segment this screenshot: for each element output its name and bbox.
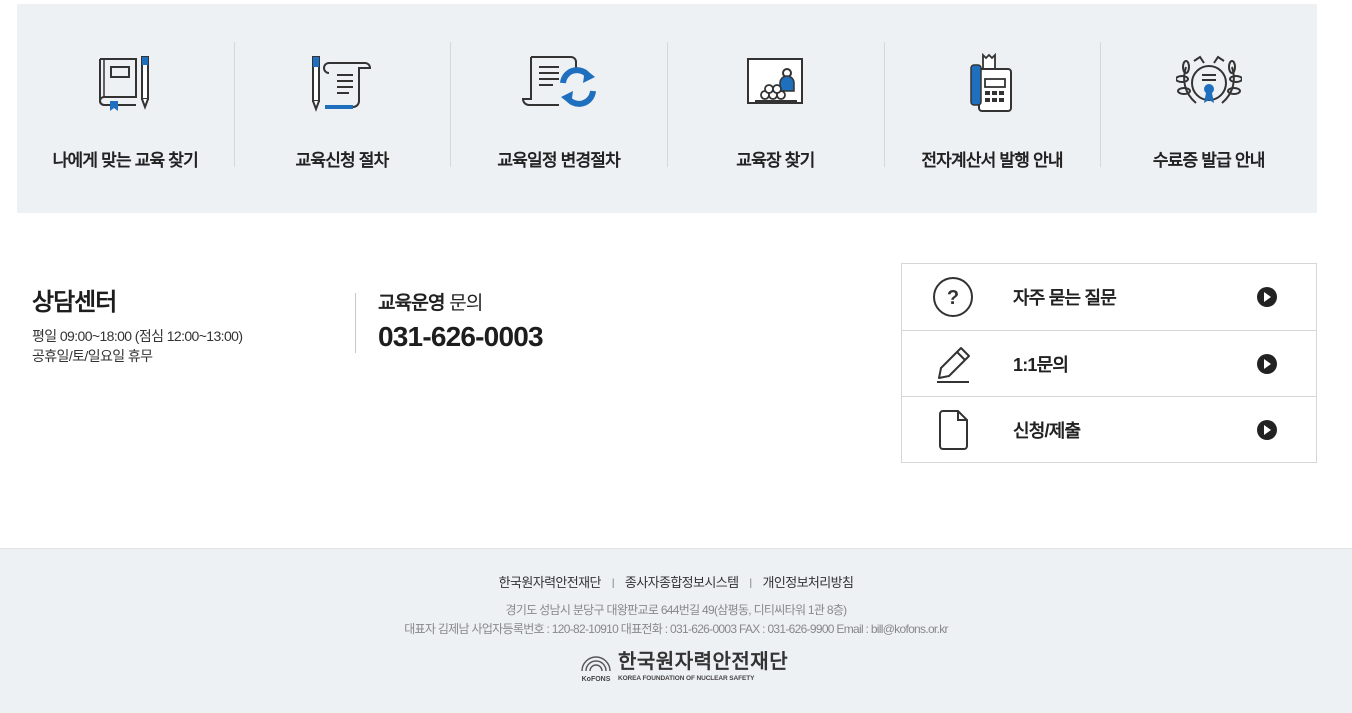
footer-link-worker-system[interactable]: 종사자종합정보시스템 bbox=[625, 575, 739, 590]
quick-find-course[interactable]: 나에게 맞는 교육 찾기 bbox=[17, 4, 234, 213]
help-links: ? 자주 묻는 질문 1:1문의 신청/제출 bbox=[901, 263, 1317, 463]
counsel-hours: 평일 09:00~18:00 (점심 12:00~13:00) 공휴일/토/일요… bbox=[32, 326, 243, 366]
pencil-icon bbox=[932, 341, 974, 387]
quick-label: 나에게 맞는 교육 찾기 bbox=[52, 151, 199, 170]
footer-links: 한국원자력안전재단 | 종사자종합정보시스템 | 개인정보처리방침 bbox=[0, 572, 1352, 591]
schedule-change-icon bbox=[519, 52, 599, 114]
question-circle-icon: ? bbox=[932, 274, 974, 320]
counsel-hours-weekday: 평일 09:00~18:00 (점심 12:00~13:00) bbox=[32, 328, 243, 344]
logo-english-name: KOREA FOUNDATION OF NUCLEAR SAFETY bbox=[618, 675, 755, 682]
counsel-center: 상담센터 평일 09:00~18:00 (점심 12:00~13:00) 공휴일… bbox=[32, 282, 243, 366]
quick-label: 전자계산서 발행 안내 bbox=[921, 151, 1063, 170]
application-label: 신청/제출 bbox=[1013, 420, 1081, 441]
quick-label: 교육일정 변경절차 bbox=[497, 151, 620, 170]
counsel-hours-holiday: 공휴일/토/일요일 휴무 bbox=[32, 348, 153, 364]
logo-text: 한국원자력안전재단 KOREA FOUNDATION OF NUCLEAR SA… bbox=[618, 651, 788, 682]
quick-apply-procedure[interactable]: 교육신청 절차 bbox=[233, 4, 451, 213]
document-icon bbox=[932, 407, 974, 453]
calculator-receipt-icon bbox=[967, 52, 1017, 114]
quick-label: 수료증 발급 안내 bbox=[1152, 151, 1266, 170]
quick-schedule-change[interactable]: 교육일정 변경절차 bbox=[450, 4, 667, 213]
arrow-right-icon bbox=[1257, 419, 1277, 440]
arrow-right-icon bbox=[1257, 353, 1277, 374]
footer-link-foundation[interactable]: 한국원자력안전재단 bbox=[499, 575, 602, 590]
quick-certificate[interactable]: 수료증 발급 안내 bbox=[1100, 4, 1317, 213]
footer-address: 경기도 성남시 분당구 대왕판교로 644번길 49(삼평동, 디티씨타워 1관… bbox=[505, 603, 848, 617]
separator: | bbox=[749, 578, 752, 589]
contact-label-bold: 교육운영 bbox=[378, 293, 446, 314]
contact-phone: 031-626-0003 bbox=[378, 321, 544, 352]
quick-label: 교육장 찾기 bbox=[736, 151, 815, 170]
inquiry-link[interactable]: 1:1문의 bbox=[902, 330, 1316, 396]
classroom-icon bbox=[745, 52, 805, 114]
divider bbox=[355, 293, 356, 353]
logo-korean-name: 한국원자력안전재단 bbox=[618, 651, 789, 673]
book-pencil-icon bbox=[96, 52, 154, 114]
application-link[interactable]: 신청/제출 bbox=[902, 396, 1316, 462]
svg-text:?: ? bbox=[947, 287, 959, 309]
counsel-title: 상담센터 bbox=[32, 289, 117, 316]
contact-label-rest: 문의 bbox=[444, 293, 483, 314]
faq-label: 자주 묻는 질문 bbox=[1013, 288, 1117, 308]
inquiry-label: 1:1문의 bbox=[1013, 354, 1069, 375]
quick-find-classroom[interactable]: 교육장 찾기 bbox=[667, 4, 884, 213]
kofons-logo-icon: KoFONS bbox=[579, 651, 613, 683]
contact-info: 교육운영 문의 031-626-0003 bbox=[378, 288, 544, 353]
svg-text:KoFONS: KoFONS bbox=[582, 676, 611, 683]
quick-label: 교육신청 절차 bbox=[295, 151, 390, 170]
footer-link-privacy[interactable]: 개인정보처리방침 bbox=[762, 575, 853, 590]
quick-e-invoice[interactable]: 전자계산서 발행 안내 bbox=[883, 4, 1101, 213]
quick-menu: 나에게 맞는 교육 찾기 교육신청 절차 교육일정 변경절차 교육장 찾기 전자… bbox=[17, 4, 1317, 213]
footer: 한국원자력안전재단 | 종사자종합정보시스템 | 개인정보처리방침 경기도 성남시 분당… bbox=[0, 548, 1352, 713]
arrow-right-icon bbox=[1257, 287, 1277, 307]
faq-link[interactable]: ? 자주 묻는 질문 bbox=[902, 264, 1316, 330]
document-pen-icon bbox=[309, 52, 375, 114]
contact-label: 교육운영 문의 bbox=[378, 288, 543, 315]
footer-logo: KoFONS 한국원자력안전재단 KOREA FOUNDATION OF NUC… bbox=[579, 651, 788, 683]
certificate-icon bbox=[1175, 52, 1242, 114]
footer-info: 대표자 김제남 사업자등록번호 : 120-82-10910 대표전화 : 03… bbox=[404, 622, 948, 636]
separator: | bbox=[611, 578, 615, 589]
